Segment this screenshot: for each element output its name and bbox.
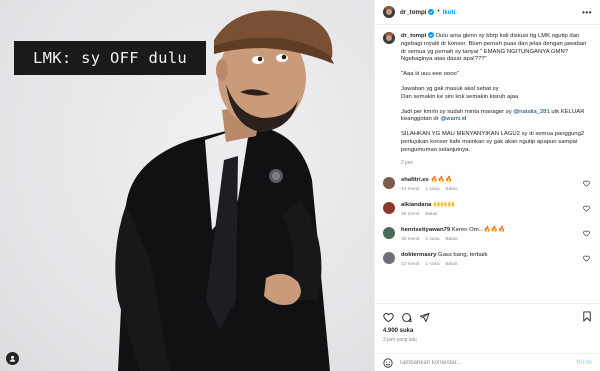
likes-count[interactable]: 4.900 suka — [383, 328, 592, 334]
caption-manager-prefix: Jadi per kmrin sy sudah minta manager sy — [401, 108, 514, 115]
more-options-icon[interactable]: ••• — [582, 8, 592, 17]
bookmark-icon — [583, 311, 591, 322]
comment-button[interactable] — [401, 312, 412, 323]
user-tag-button[interactable] — [6, 352, 19, 365]
smiley-icon — [383, 357, 393, 368]
caption-paragraph-2: "Aaa iii uuu eee oooo" — [401, 71, 459, 78]
reply-button[interactable]: Balas — [425, 212, 437, 217]
post-time: 2 jam yang lalu — [383, 337, 417, 343]
comment-item: henrisetiyawan79 Keren Om...🔥🔥🔥 30 menit… — [383, 227, 592, 242]
mention-natalia[interactable]: @natalia_281 — [513, 109, 549, 115]
caption-time: 2 jam — [401, 159, 414, 166]
comment-text: Keren Om...🔥🔥🔥 — [451, 227, 506, 234]
comment-composer: Kirim — [375, 353, 600, 371]
post-panel: dr_tompi • Ikuti ••• dr_tompi Dulu ama g… — [374, 0, 600, 371]
post-media[interactable]: LMK: sy OFF dulu — [0, 0, 374, 371]
comment-likes[interactable]: 1 suka — [425, 237, 439, 242]
follow-button[interactable]: Ikuti — [443, 9, 456, 16]
post-header: dr_tompi • Ikuti ••• — [375, 0, 600, 25]
mention-wami[interactable]: @wami.id — [440, 116, 466, 122]
caption-paragraph: dr_tompi Dulu ama glenn sy bbrp kali dis… — [401, 32, 592, 64]
comment-like-icon[interactable] — [583, 255, 590, 262]
action-icons-row — [383, 310, 592, 324]
comment-time: 44 menit — [401, 187, 420, 193]
commenter-avatar[interactable] — [383, 252, 395, 265]
comment-item: doktermasry Gass bang, terbaik 22 menit 1… — [383, 252, 592, 267]
comment-time: 36 menit — [401, 212, 420, 218]
comment-text: Gass bang, terbaik — [438, 252, 488, 259]
reply-button[interactable]: Balas — [446, 187, 458, 192]
comment-username[interactable]: doktermasry — [401, 252, 436, 258]
verified-badge-icon — [428, 9, 435, 15]
comment-input[interactable] — [399, 359, 559, 366]
commenter-avatar[interactable] — [383, 177, 395, 190]
comment-username[interactable]: henrisetiyawan79 — [401, 227, 450, 233]
comment-item: shafitri.es 🔥🔥🔥 44 menit 1 suka Balas — [383, 177, 592, 192]
comment-time: 22 menit — [401, 262, 420, 268]
header-separator: • — [437, 9, 440, 15]
author-username[interactable]: dr_tompi — [400, 9, 426, 16]
comment-text: 🙌🙌🙌 — [433, 202, 456, 209]
post-actions: 4.900 suka 2 jam yang lalu — [375, 303, 600, 353]
reply-button[interactable]: Balas — [446, 262, 458, 267]
comment-item: alkiandana 🙌🙌🙌 36 menit Balas — [383, 202, 592, 217]
caption-paragraph-3: Jawaban yg gak masuk akal sehat sy Dan s… — [401, 85, 519, 100]
comment-likes[interactable]: 1 suka — [425, 187, 439, 192]
reply-button[interactable]: Balas — [446, 237, 458, 242]
caption-author-avatar[interactable] — [383, 32, 395, 44]
comment-like-icon[interactable] — [583, 205, 590, 212]
post-caption: dr_tompi Dulu ama glenn sy bbrp kali dis… — [383, 32, 592, 167]
emoji-button[interactable] — [383, 357, 393, 368]
comment-username[interactable]: shafitri.es — [401, 177, 429, 183]
caption-text-block: dr_tompi Dulu ama glenn sy bbrp kali dis… — [401, 32, 592, 167]
save-button[interactable] — [582, 311, 592, 324]
comment-like-icon[interactable] — [583, 230, 590, 237]
comment-time: 30 menit — [401, 237, 420, 243]
commenter-avatar[interactable] — [383, 202, 395, 215]
caption-overlay: LMK: sy OFF dulu — [14, 41, 206, 75]
comments-scroll-area[interactable]: dr_tompi Dulu ama glenn sy bbrp kali dis… — [375, 26, 600, 303]
comment-likes[interactable]: 1 suka — [425, 262, 439, 267]
caption-username[interactable]: dr_tompi — [401, 33, 426, 39]
caption-paragraph-4: Jadi per kmrin sy sudah minta manager sy… — [401, 109, 592, 125]
comment-like-icon[interactable] — [583, 180, 590, 187]
share-button[interactable] — [419, 312, 430, 323]
heart-icon — [383, 312, 394, 322]
post-comment-button[interactable]: Kirim — [577, 360, 592, 366]
commenter-avatar[interactable] — [383, 227, 395, 240]
comment-text: 🔥🔥🔥 — [430, 177, 453, 184]
comment-bubble-icon — [402, 312, 412, 322]
user-tag-icon — [9, 355, 16, 362]
send-plane-icon — [419, 312, 430, 322]
like-button[interactable] — [383, 312, 394, 323]
author-avatar[interactable] — [383, 6, 395, 18]
caption-overlay-text: LMK: sy OFF dulu — [32, 49, 188, 67]
verified-badge-icon — [428, 32, 435, 38]
comment-username[interactable]: alkiandana — [401, 202, 431, 208]
caption-paragraph-5: SILAHKAN YG MAU MENYANYIKAN LAGU2 sy di … — [401, 131, 585, 153]
